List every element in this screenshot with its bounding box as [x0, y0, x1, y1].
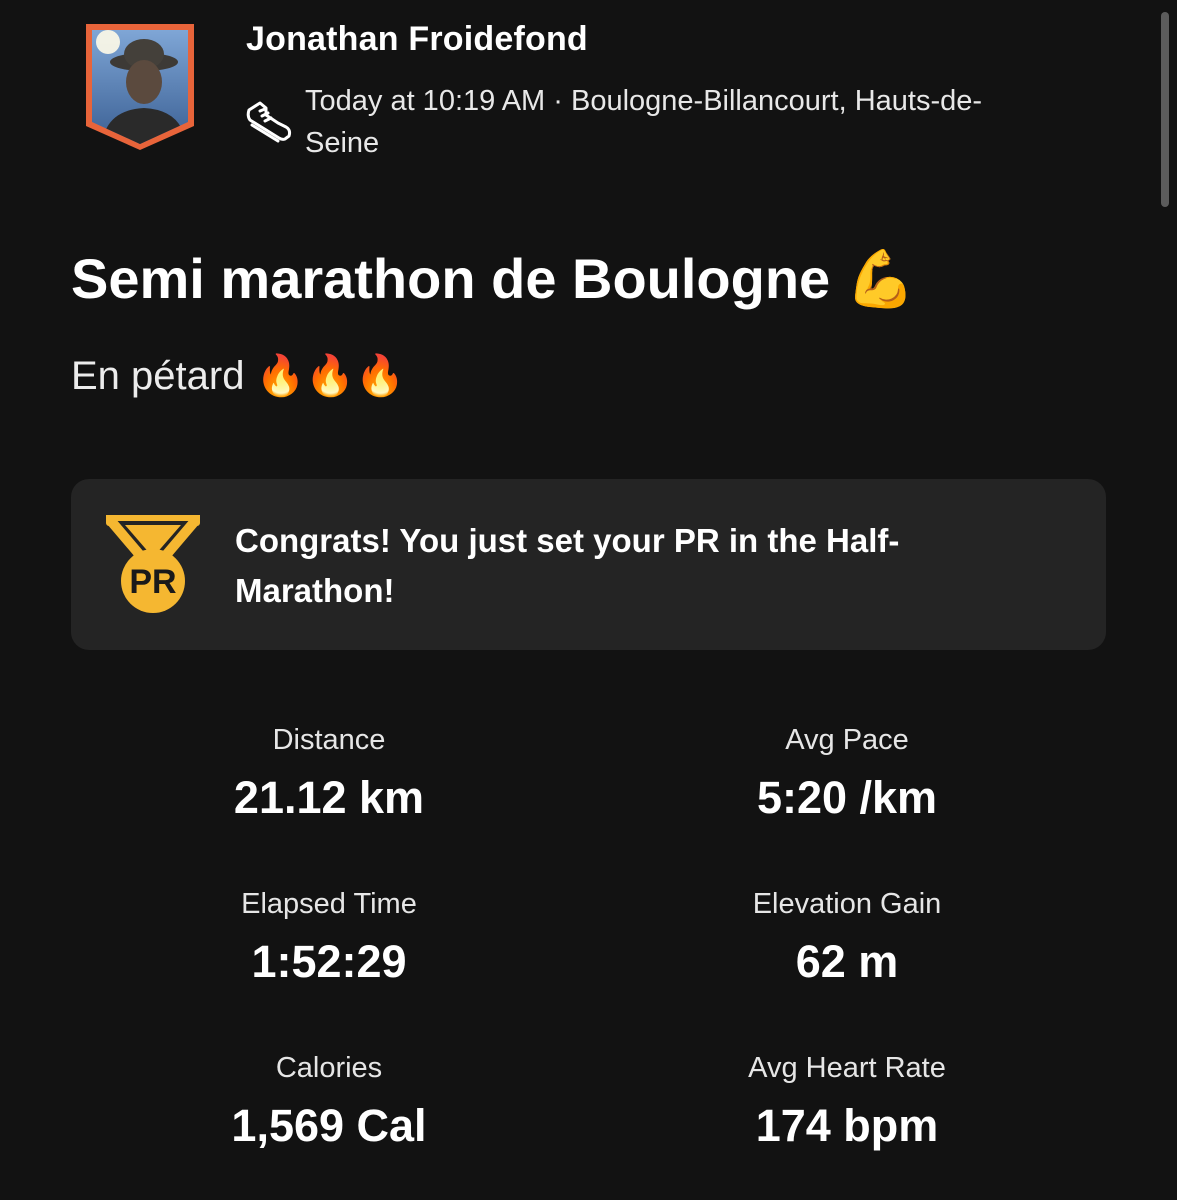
activity-description: En pétard 🔥🔥🔥	[71, 354, 405, 398]
activity-meta: Today at 10:19 AM · Boulogne-Billancourt…	[305, 85, 983, 159]
stat-value: 174 bpm	[755, 1100, 939, 1151]
stat-label: Calories	[275, 1052, 383, 1084]
pr-medal-icon: PR	[105, 515, 201, 617]
stat-label: Elevation Gain	[752, 888, 942, 920]
stat-value: 5:20 /km	[756, 772, 938, 823]
stat-avg-heart-rate: Avg Heart Rate 174 bpm	[588, 1048, 1106, 1154]
stat-value: 21.12 km	[233, 772, 425, 823]
stat-elevation-gain: Elevation Gain 62 m	[588, 884, 1106, 990]
stat-calories: Calories 1,569 Cal	[70, 1048, 588, 1154]
stat-value: 1,569 Cal	[231, 1100, 427, 1151]
stat-label: Elapsed Time	[241, 888, 417, 920]
pr-badge-label: PR	[129, 563, 176, 601]
stat-value: 62 m	[795, 936, 899, 987]
stat-value: 1:52:29	[251, 936, 407, 987]
stat-avg-pace: Avg Pace 5:20 /km	[588, 720, 1106, 826]
scrollbar[interactable]	[1161, 12, 1169, 207]
pr-banner[interactable]: PR Congrats! You just set your PR in the…	[71, 479, 1106, 650]
athlete-name[interactable]: Jonathan Froidefond	[246, 20, 588, 59]
activity-title[interactable]: Semi marathon de Boulogne 💪	[71, 246, 915, 312]
stat-distance: Distance 21.12 km	[70, 720, 588, 826]
running-shoe-icon	[244, 96, 294, 146]
pr-message: Congrats! You just set your PR in the Ha…	[235, 522, 900, 609]
stat-elapsed-time: Elapsed Time 1:52:29	[70, 884, 588, 990]
stat-label: Distance	[272, 724, 386, 756]
stat-label: Avg Pace	[785, 724, 909, 756]
stat-label: Avg Heart Rate	[748, 1052, 946, 1084]
avatar[interactable]	[82, 22, 198, 150]
